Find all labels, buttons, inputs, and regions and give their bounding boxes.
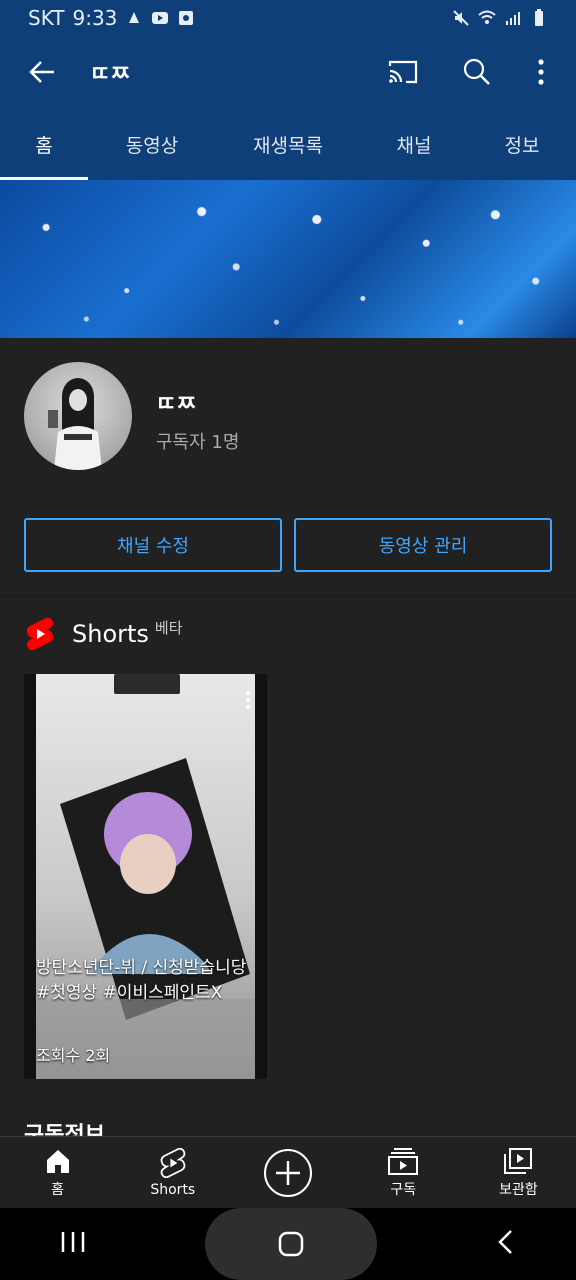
cast-button[interactable] (366, 36, 440, 108)
edit-channel-button[interactable]: 채널 수정 (24, 518, 282, 572)
search-icon (463, 58, 490, 85)
next-section-title: 구독정보 (24, 1123, 105, 1137)
short-view-count: 조회수 2회 (36, 1046, 111, 1065)
wifi-icon (478, 10, 496, 24)
avatar-image (48, 378, 102, 470)
nav-home-label: 홈 (51, 1181, 65, 1198)
notification-icon (129, 12, 140, 23)
system-home-button[interactable] (204, 1208, 377, 1280)
more-options-button[interactable] (514, 36, 568, 108)
short-thumbnail (36, 674, 255, 1079)
more-vertical-icon (538, 59, 544, 85)
shorts-logo-icon (26, 617, 54, 651)
tab-home[interactable]: 홈 (0, 108, 88, 180)
nav-library-label: 보관함 (499, 1181, 538, 1198)
nav-subscriptions-label: 구독 (390, 1181, 417, 1198)
bottom-navigation: 홈 Shorts 구독 보관함 (0, 1136, 576, 1208)
short-title: 방탄소년단-뷔 / 신청받습니당 #첫영상 #이비스페인트X (36, 958, 247, 1003)
clock: 9:33 (72, 6, 118, 30)
channel-name: ㄸㅉ (156, 392, 197, 417)
nav-shorts-label: Shorts (150, 1181, 196, 1198)
shorts-title: Shorts (72, 620, 149, 648)
battery-icon (535, 9, 543, 26)
recent-apps-icon (61, 1232, 84, 1252)
status-bar: SKT 9:33 (0, 0, 576, 36)
back-arrow-icon (29, 61, 54, 83)
carrier-label: SKT (28, 6, 65, 30)
library-icon (504, 1147, 533, 1174)
nav-home[interactable]: 홈 (0, 1137, 115, 1208)
shorts-section: Shorts 베타 방탄소년단-뷔 / 신청받습니당 #첫영상 #이비스페인트X… (0, 596, 576, 1137)
system-home-icon (278, 1231, 304, 1257)
nav-create[interactable] (230, 1137, 345, 1208)
subscriber-count: 구독자 1명 (156, 432, 240, 453)
back-button[interactable] (0, 36, 84, 108)
avatar[interactable] (24, 362, 132, 470)
cast-icon (388, 60, 418, 84)
tab-videos[interactable]: 동영상 (88, 108, 216, 180)
system-back-button[interactable] (496, 1228, 516, 1260)
nav-library[interactable]: 보관함 (461, 1137, 576, 1208)
home-icon (46, 1149, 69, 1173)
short-thumbnail-art (36, 674, 255, 1079)
channel-tabs: 홈 동영상 재생목록 채널 정보 (0, 108, 576, 180)
tab-playlists[interactable]: 재생목록 (216, 108, 360, 180)
shorts-icon (160, 1147, 186, 1178)
app-bar: ㄸㅉ (0, 36, 576, 108)
system-navigation-bar (0, 1208, 576, 1280)
short-card[interactable]: 방탄소년단-뷔 / 신청받습니당 #첫영상 #이비스페인트X 조회수 2회 (24, 674, 267, 1079)
search-button[interactable] (440, 36, 514, 108)
screenshot-icon (179, 11, 194, 25)
shorts-header: Shorts 베타 (24, 617, 183, 651)
channel-header: ㄸㅉ 구독자 1명 채널 수정 동영상 관리 (0, 338, 576, 596)
channel-banner (0, 180, 576, 338)
short-more-icon[interactable] (245, 690, 251, 710)
youtube-notification-icon (152, 12, 169, 24)
tab-channels[interactable]: 채널 (360, 108, 468, 180)
recent-apps-button[interactable] (60, 1230, 86, 1258)
mute-icon (453, 10, 469, 26)
manage-videos-button[interactable]: 동영상 관리 (294, 518, 552, 572)
nav-subscriptions[interactable]: 구독 (346, 1137, 461, 1208)
beta-badge: 베타 (154, 618, 183, 637)
signal-icon (506, 12, 520, 25)
nav-shorts[interactable]: Shorts (115, 1137, 230, 1208)
tab-about[interactable]: 정보 (468, 108, 576, 180)
app-bar-title: ㄸㅉ (90, 62, 131, 87)
system-back-icon (498, 1230, 513, 1254)
create-icon (264, 1148, 312, 1197)
subscriptions-icon (388, 1147, 419, 1175)
